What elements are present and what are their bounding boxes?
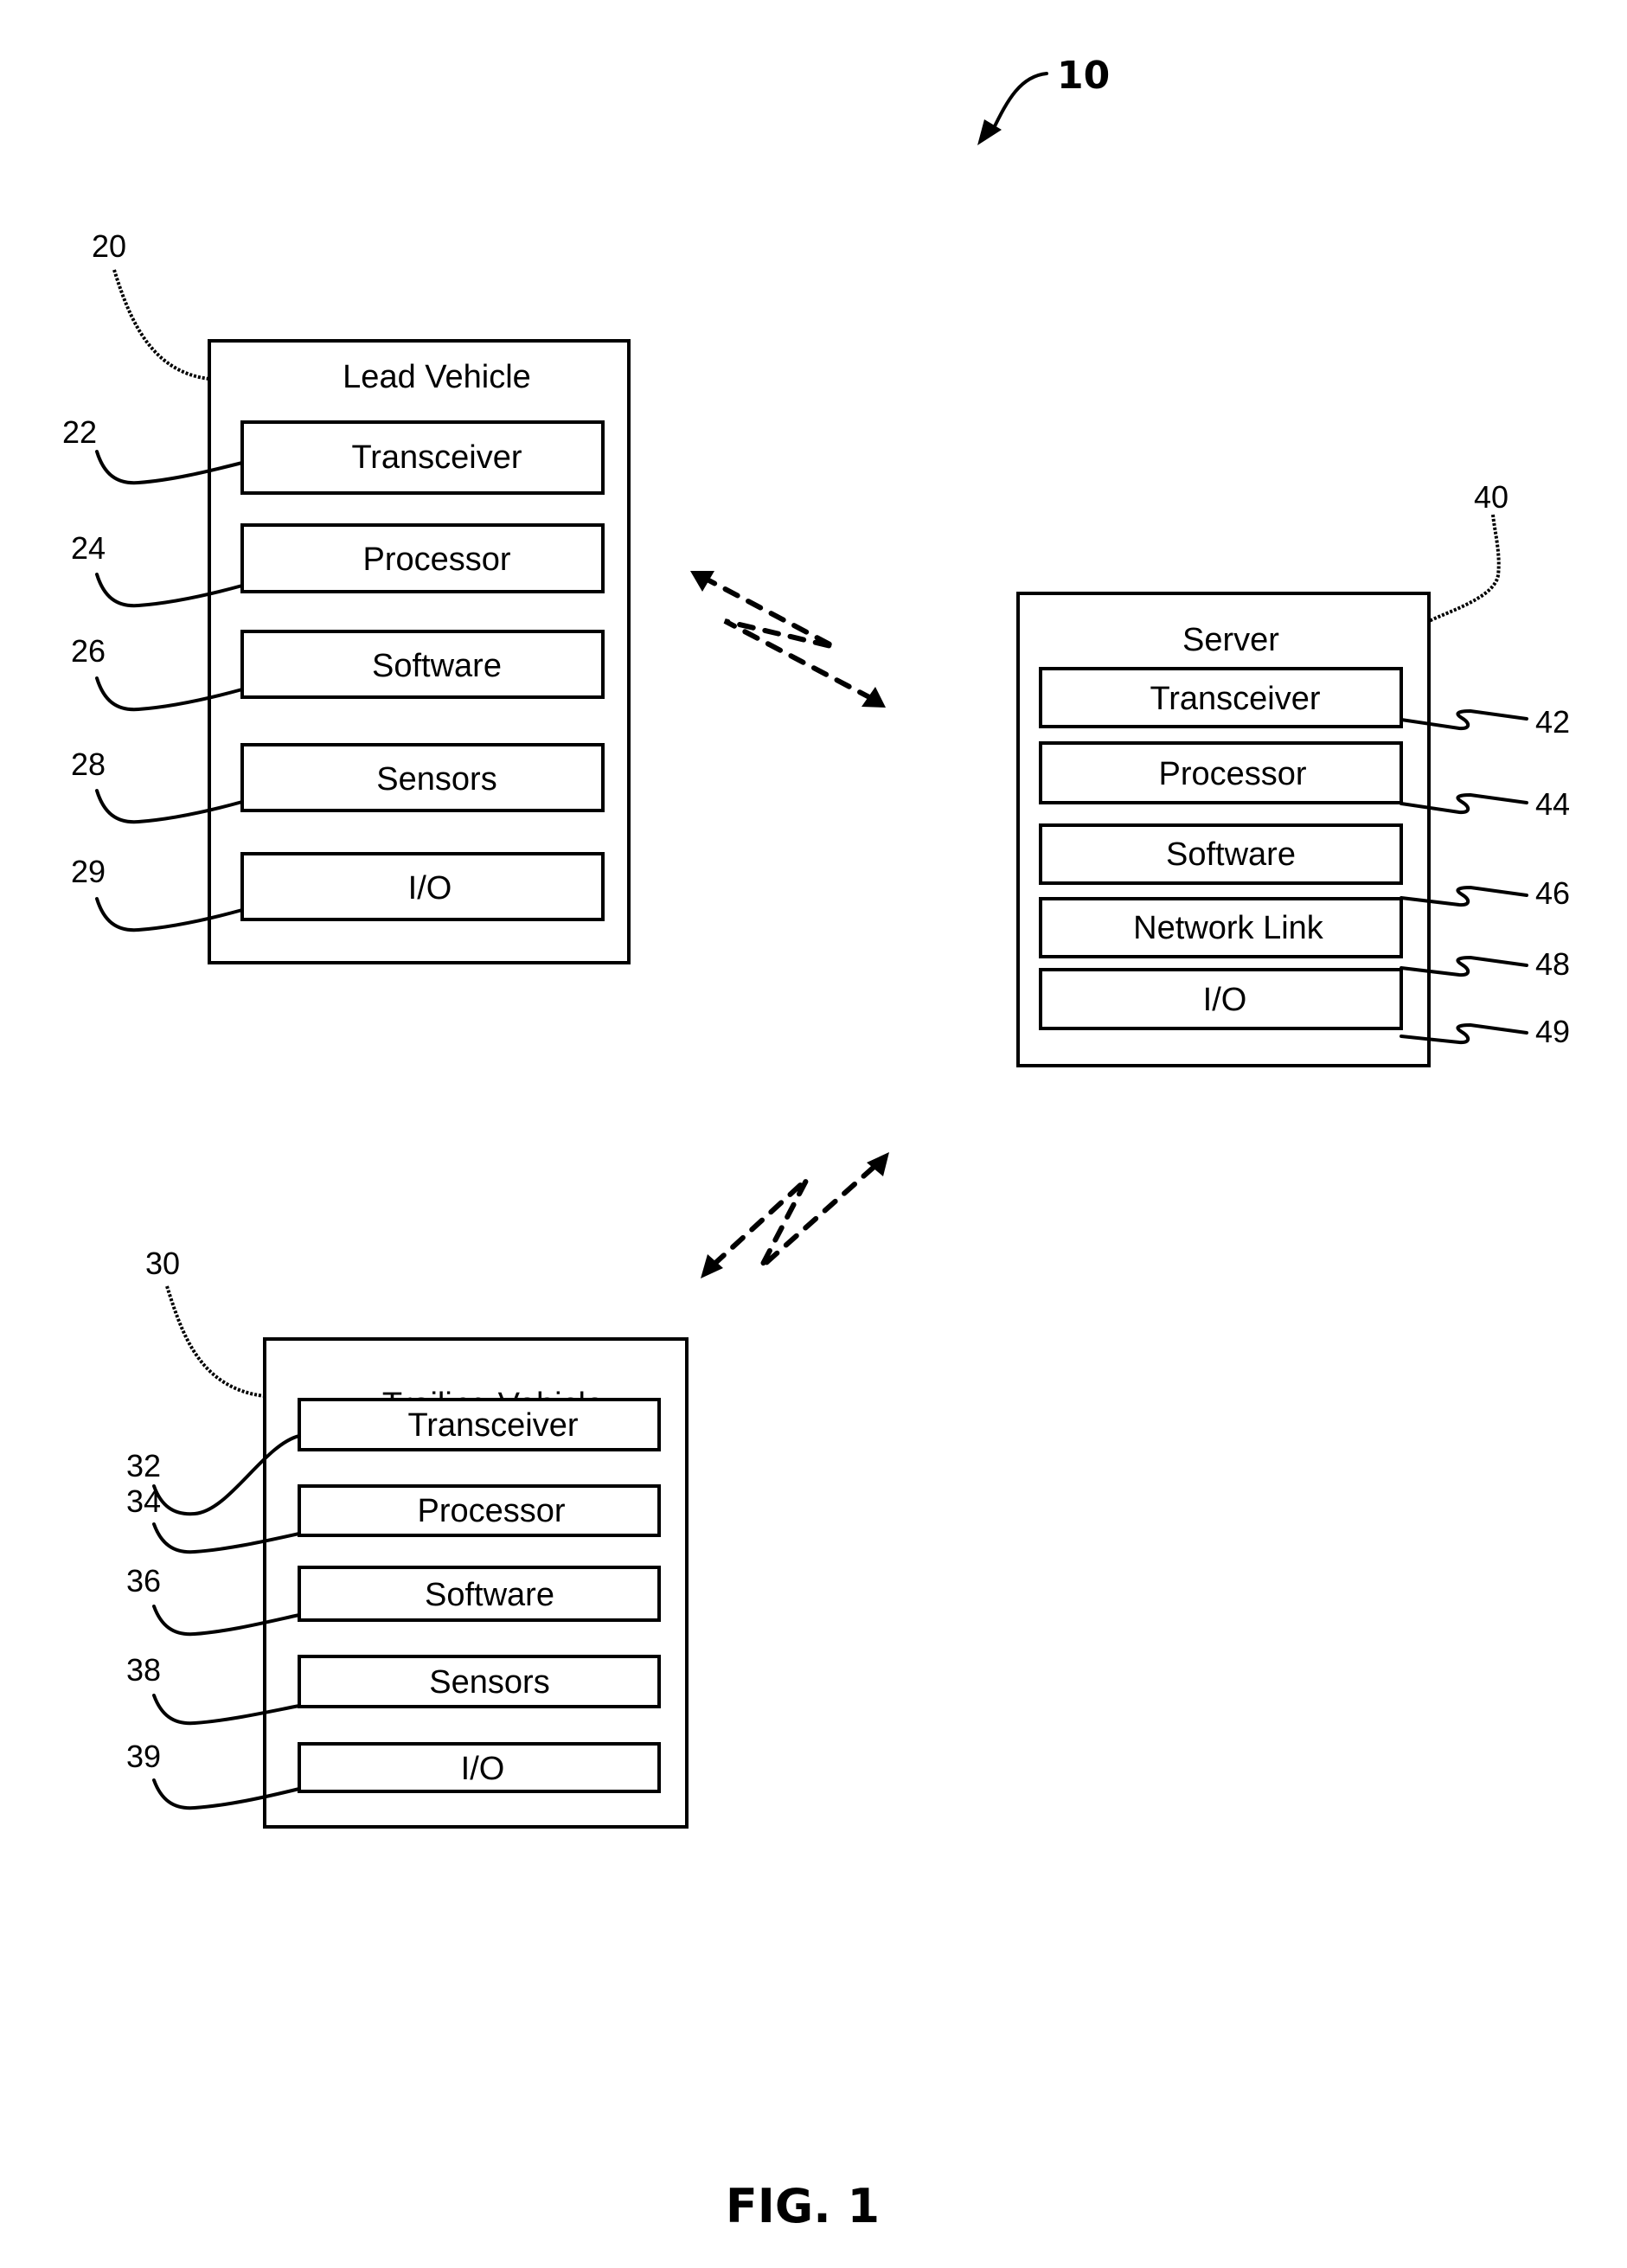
component-leader xyxy=(152,1522,301,1554)
wireless-link-zigzag xyxy=(711,1161,881,1270)
component-label: Processor xyxy=(417,1493,565,1529)
component-leader xyxy=(95,450,244,485)
component-ref: 24 xyxy=(71,530,106,566)
trailing-vehicle-ref: 30 xyxy=(145,1246,180,1281)
patent-figure: 10 20 Lead Vehicle Transceiver 22 Proces… xyxy=(62,54,1570,2233)
lead-component-processor: Processor 24 xyxy=(71,523,605,608)
server-block: 40 Server Transceiver 42 Processor 44 So… xyxy=(1016,479,1570,1067)
trailing-component-sensors: Sensors 38 xyxy=(126,1652,661,1726)
wireless-link-zigzag xyxy=(700,574,872,700)
component-ref: 26 xyxy=(71,633,106,669)
component-leader xyxy=(95,573,244,608)
trailing-vehicle-leader xyxy=(165,1285,266,1398)
component-label: I/O xyxy=(461,1751,505,1787)
trailing-component-io: I/O 39 xyxy=(126,1739,661,1810)
component-ref: 38 xyxy=(126,1652,161,1688)
component-ref: 28 xyxy=(71,746,106,782)
wireless-link-trailing-server xyxy=(701,1152,889,1278)
server-component-processor: Processor 44 xyxy=(1039,741,1570,822)
component-leader xyxy=(1400,955,1528,977)
component-leader xyxy=(1400,885,1528,907)
component-label: Processor xyxy=(362,541,510,578)
server-title: Server xyxy=(1182,622,1279,658)
component-label: Transceiver xyxy=(351,439,522,476)
component-label: Sensors xyxy=(429,1664,549,1701)
lead-component-software: Software 26 xyxy=(71,630,605,712)
component-label: Transceiver xyxy=(407,1407,578,1444)
component-ref: 49 xyxy=(1535,1014,1570,1049)
system-reference: 10 xyxy=(977,54,1110,145)
component-ref: 32 xyxy=(126,1448,161,1483)
server-leader xyxy=(1428,514,1501,623)
component-label: Software xyxy=(425,1577,554,1613)
component-label: Processor xyxy=(1158,756,1306,792)
lead-vehicle-title: Lead Vehicle xyxy=(343,359,531,395)
lead-vehicle-leader xyxy=(112,269,210,381)
component-label: Transceiver xyxy=(1150,681,1320,717)
lead-component-io: I/O 29 xyxy=(71,852,605,932)
component-leader xyxy=(95,897,244,932)
component-leader xyxy=(152,1694,301,1726)
component-leader xyxy=(1400,1022,1528,1045)
trailing-component-software: Software 36 xyxy=(126,1563,661,1637)
component-leader xyxy=(152,1434,301,1516)
lead-component-transceiver: Transceiver 22 xyxy=(62,414,605,495)
component-ref: 48 xyxy=(1535,946,1570,982)
component-leader xyxy=(95,789,244,824)
server-component-transceiver: Transceiver 42 xyxy=(1039,667,1570,740)
trailing-vehicle-block: 30 Trailing Vehicle Transceiver 32 Proce… xyxy=(126,1246,689,1829)
server-component-io: I/O 49 xyxy=(1039,968,1570,1049)
component-leader xyxy=(95,676,244,712)
component-ref: 39 xyxy=(126,1739,161,1774)
component-ref: 34 xyxy=(126,1483,161,1519)
system-ref-arrow-line xyxy=(991,72,1048,131)
component-ref: 42 xyxy=(1535,704,1570,740)
system-ref-number: 10 xyxy=(1057,54,1110,98)
component-label: Sensors xyxy=(376,761,496,798)
component-label: Network Link xyxy=(1133,910,1324,946)
trailing-component-processor: Processor 34 xyxy=(126,1483,661,1554)
component-label: I/O xyxy=(408,870,452,907)
figure-caption: FIG. 1 xyxy=(726,2179,880,2233)
lead-vehicle-ref: 20 xyxy=(92,228,126,264)
component-label: Software xyxy=(1166,836,1296,873)
component-ref: 46 xyxy=(1535,875,1570,911)
component-label: I/O xyxy=(1203,982,1247,1018)
component-ref: 29 xyxy=(71,854,106,889)
component-ref: 44 xyxy=(1535,786,1570,822)
lead-component-sensors: Sensors 28 xyxy=(71,743,605,824)
component-ref: 22 xyxy=(62,414,97,450)
component-ref: 36 xyxy=(126,1563,161,1598)
component-label: Software xyxy=(372,648,502,684)
server-ref: 40 xyxy=(1474,479,1508,515)
component-leader xyxy=(152,1778,301,1810)
component-leader xyxy=(1400,708,1528,731)
component-leader xyxy=(152,1605,301,1637)
wireless-link-lead-server xyxy=(690,571,886,708)
component-leader xyxy=(1400,792,1528,815)
lead-vehicle-block: 20 Lead Vehicle Transceiver 22 Processor… xyxy=(62,228,631,964)
